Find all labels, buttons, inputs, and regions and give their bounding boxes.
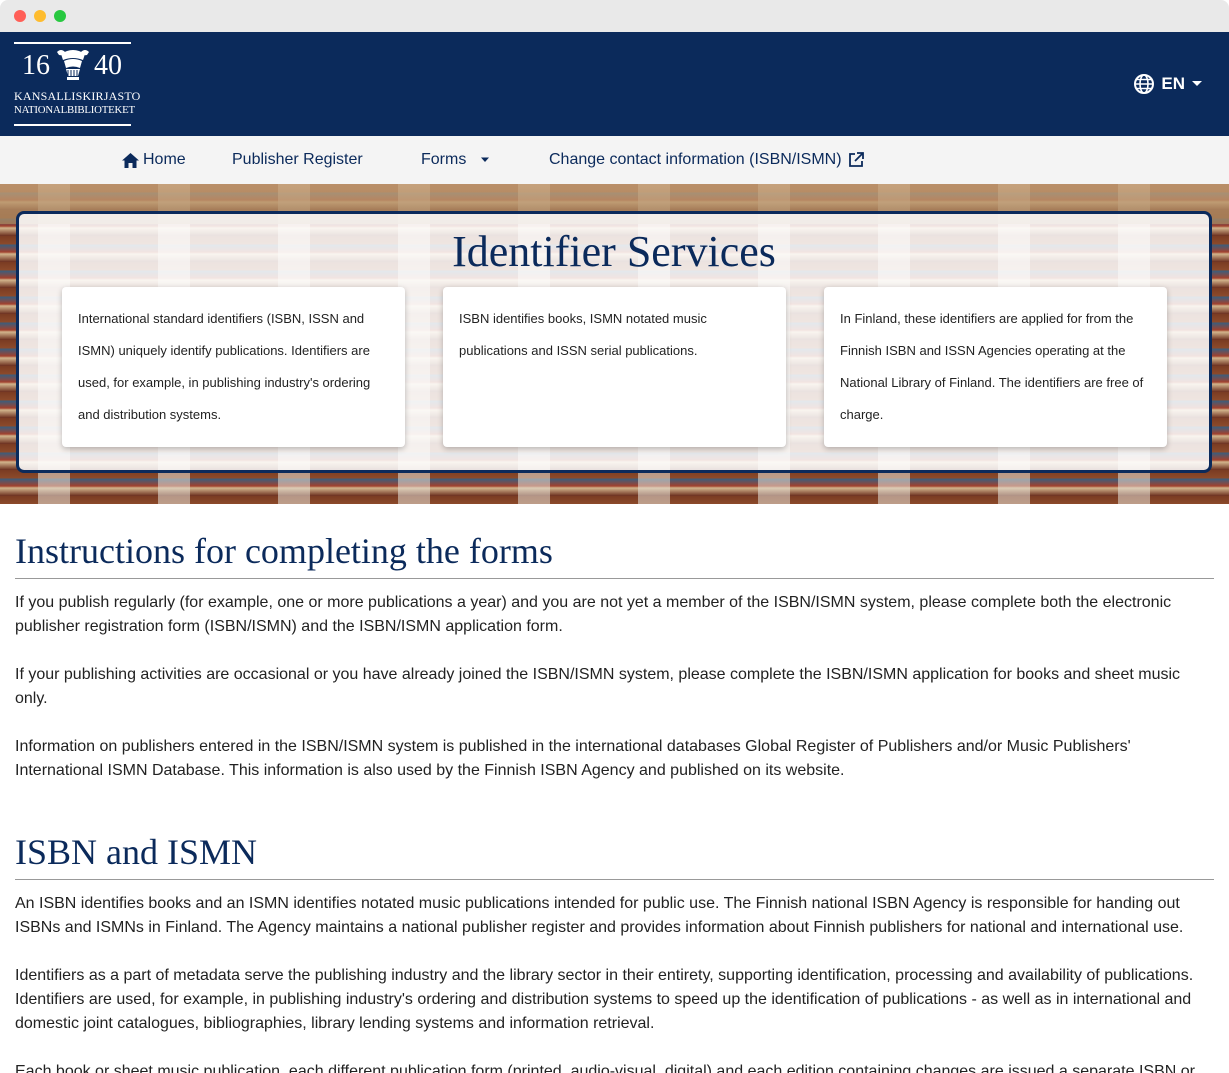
home-icon <box>122 152 139 168</box>
hero-banner: Identifier Services International standa… <box>0 184 1229 504</box>
caret-down-icon <box>481 157 490 162</box>
window-titlebar <box>0 0 1229 32</box>
external-link-icon <box>848 152 864 167</box>
globe-icon <box>1134 74 1155 94</box>
main-content: Instructions for completing the forms If… <box>0 504 1229 1073</box>
maximize-window-button[interactable] <box>54 10 66 22</box>
isbn-ismn-paragraph: An ISBN identifies books and an ISMN ide… <box>15 895 1184 936</box>
browser-window: 16 40 KANSALLISKIRJASTO NATIONALBIBLIOTE… <box>0 0 1229 1073</box>
site-header: 16 40 KANSALLISKIRJASTO NATIONALBIBLIOTE… <box>0 32 1229 136</box>
nav-change-contact-info[interactable]: Change contact information (ISBN/ISMN) <box>549 136 864 184</box>
logo-top-rule <box>14 42 131 44</box>
isbn-ismn-paragraph: Each book or sheet music publication, ea… <box>15 1063 1195 1073</box>
info-card-types: ISBN identifies books, ISMN notated musi… <box>443 287 786 447</box>
isbn-ismn-paragraph: Identifiers as a part of metadata serve … <box>15 967 1194 1032</box>
instructions-paragraph: If you publish regularly (for example, o… <box>15 594 1172 635</box>
logo-year-left: 16 <box>22 50 50 81</box>
identifier-services-panel: Identifier Services International standa… <box>16 211 1212 473</box>
language-label: EN <box>1161 74 1185 93</box>
close-window-button[interactable] <box>14 10 26 22</box>
logo-text-swedish: NATIONALBIBLIOTEKET <box>14 104 135 116</box>
nav-home[interactable]: Home <box>122 136 186 184</box>
info-card-finland: In Finland, these identifiers are applie… <box>824 287 1167 447</box>
isbn-ismn-heading: ISBN and ISMN <box>15 807 1214 880</box>
hero-title: Identifier Services <box>452 227 776 276</box>
caret-down-icon <box>1192 81 1202 86</box>
column-capital-crest-icon <box>57 50 89 80</box>
nav-publisher-register[interactable]: Publisher Register <box>232 136 363 184</box>
nav-change-contact-label: Change contact information (ISBN/ISMN) <box>549 151 842 168</box>
info-card-identifiers: International standard identifiers (ISBN… <box>62 287 405 447</box>
nav-home-label: Home <box>143 151 186 168</box>
instructions-heading: Instructions for completing the forms <box>15 504 1214 579</box>
nav-forms-dropdown[interactable]: Forms <box>421 136 490 184</box>
nav-publisher-register-label: Publisher Register <box>232 151 363 168</box>
language-selector[interactable]: EN <box>1133 73 1203 95</box>
nav-forms-label: Forms <box>421 151 467 168</box>
instructions-paragraph: Information on publishers entered in the… <box>15 738 1131 779</box>
main-navigation: Home Publisher Register Forms Change con… <box>0 136 1229 184</box>
instructions-paragraph: If your publishing activities are occasi… <box>15 666 1181 707</box>
minimize-window-button[interactable] <box>34 10 46 22</box>
national-library-logo[interactable]: 16 40 KANSALLISKIRJASTO NATIONALBIBLIOTE… <box>14 42 140 128</box>
logo-bottom-rule <box>14 124 131 126</box>
logo-year-right: 40 <box>94 50 122 81</box>
logo-text-finnish: KANSALLISKIRJASTO <box>14 89 141 103</box>
